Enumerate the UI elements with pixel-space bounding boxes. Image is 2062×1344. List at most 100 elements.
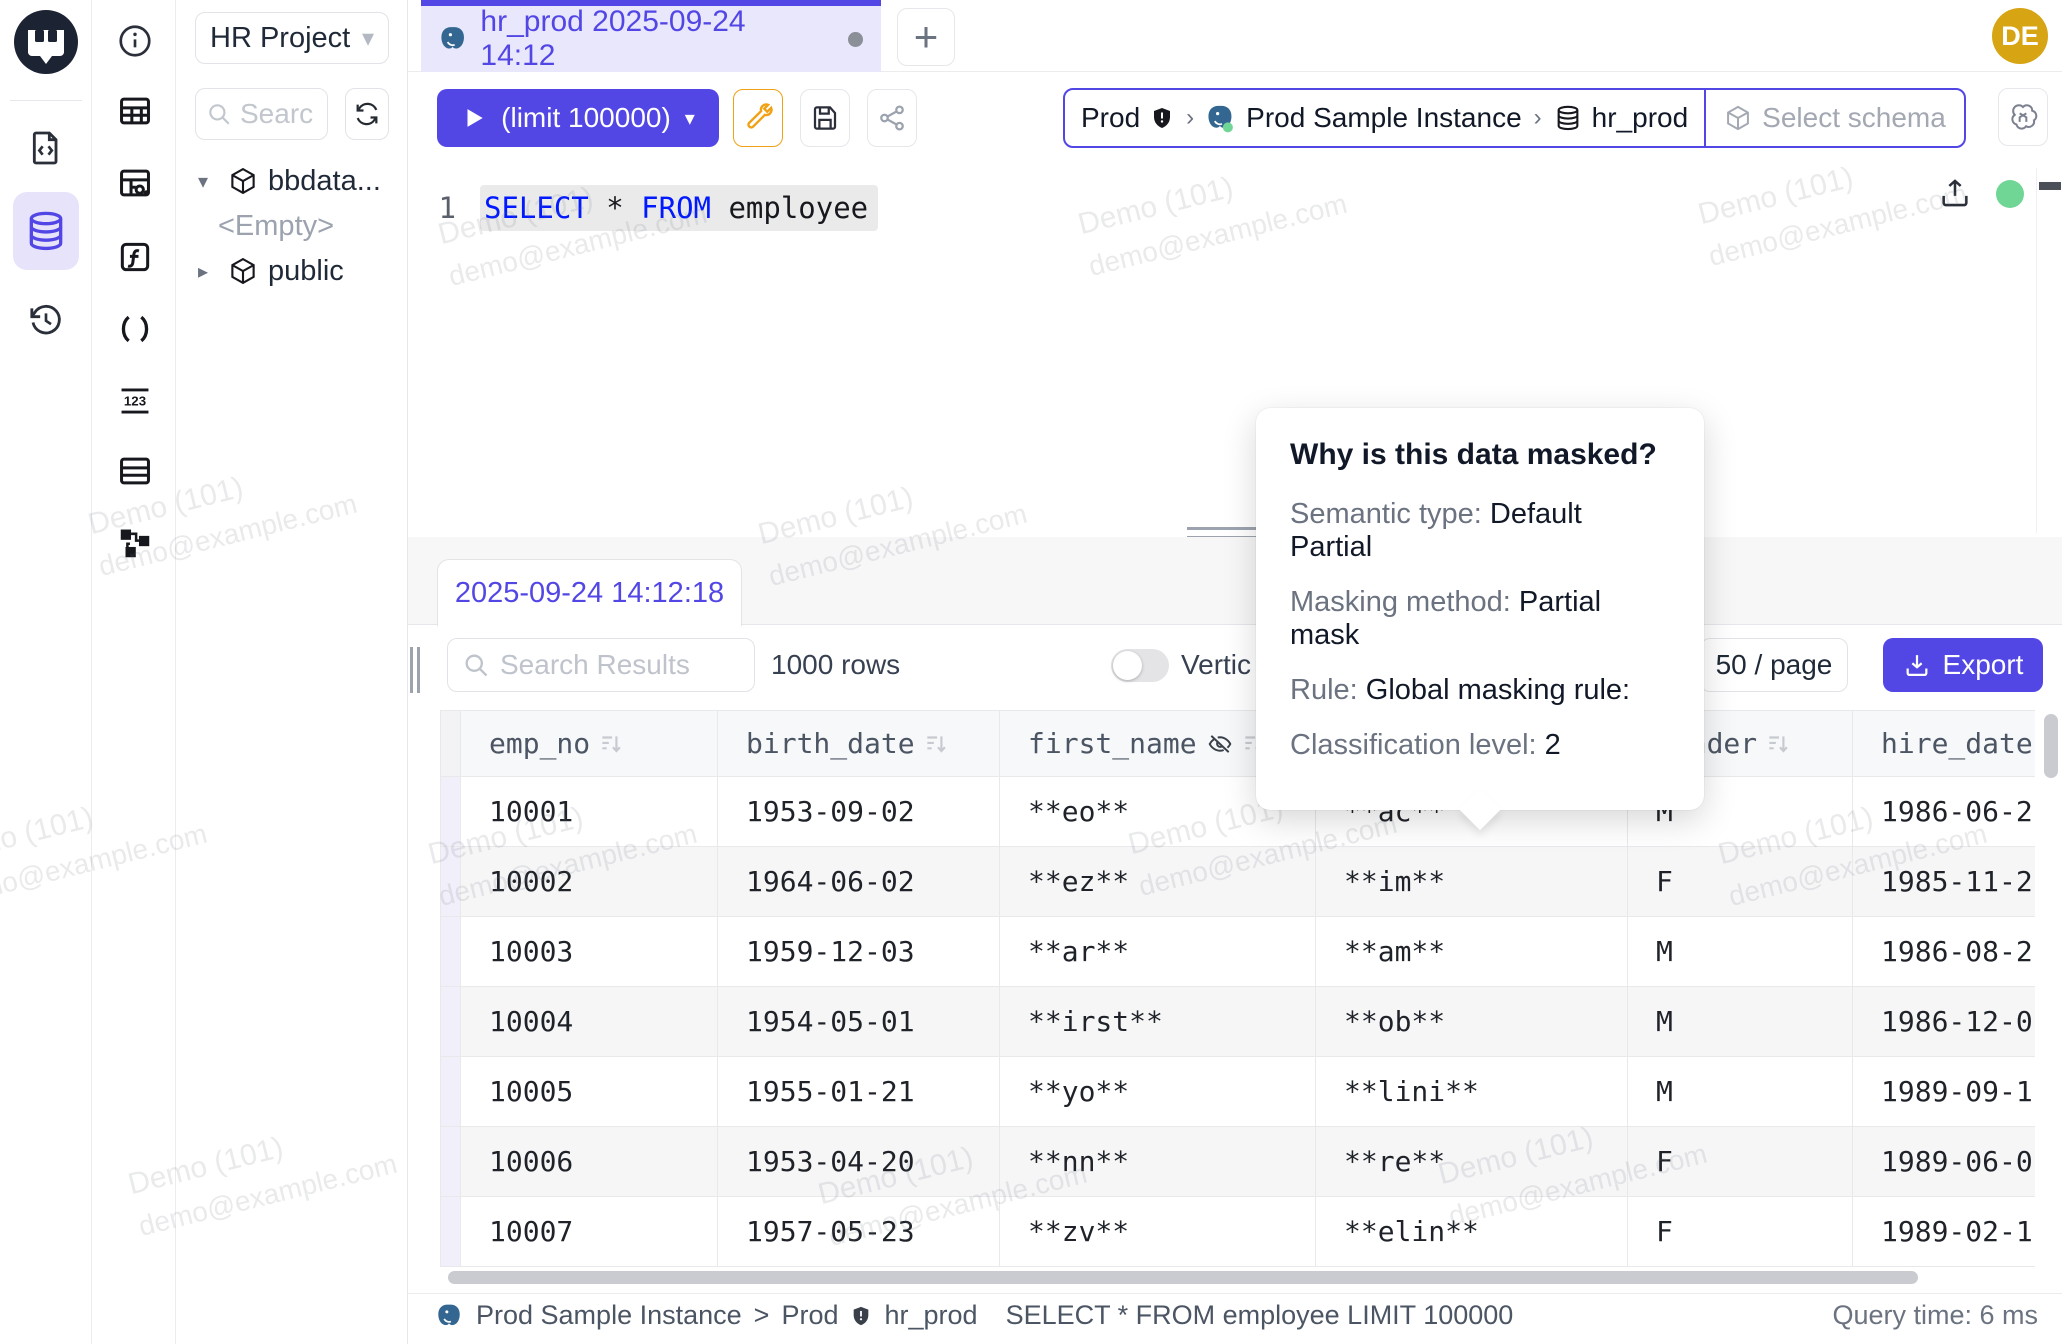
select-schema-button[interactable]: Select schema (1704, 90, 1964, 146)
cell-masked[interactable]: **ez** (1000, 847, 1316, 917)
cell[interactable]: 1953-09-02 (718, 777, 1000, 847)
ai-assistant-button[interactable] (1998, 88, 2048, 146)
caret-down-icon[interactable]: ▾ (198, 169, 218, 194)
connection-breadcrumb[interactable]: Prod › Prod Sample Instance › hr_prod Se… (1063, 88, 1966, 148)
tree-item-database[interactable]: ▾ bbdata... (176, 158, 408, 204)
cell[interactable]: 10002 (461, 847, 718, 917)
cell[interactable]: 1959-12-03 (718, 917, 1000, 987)
cell[interactable]: 1954-05-01 (718, 987, 1000, 1057)
cell[interactable]: 1989-02-1 (1853, 1197, 2035, 1267)
avatar[interactable]: DE (1992, 8, 2048, 64)
page-size-select[interactable]: 50 / page (1700, 638, 1848, 692)
diagram-icon[interactable] (116, 524, 154, 562)
cell[interactable]: M (1628, 987, 1853, 1057)
cell-masked[interactable]: **zv** (1000, 1197, 1316, 1267)
procedures-icon[interactable] (116, 310, 154, 348)
breadcrumb: Prod › Prod Sample Instance › hr_prod (1065, 90, 1704, 146)
table-row[interactable]: 10004 1954-05-01 **irst** **ob** M 1986-… (441, 987, 2035, 1057)
cell[interactable]: 1953-04-20 (718, 1127, 1000, 1197)
cell-masked[interactable]: **yo** (1000, 1057, 1316, 1127)
refresh-tree-button[interactable] (345, 88, 389, 140)
vertical-mode-toggle[interactable] (1111, 649, 1169, 682)
cell[interactable]: 1989-09-1 (1853, 1057, 2035, 1127)
table-row[interactable]: 10003 1959-12-03 **ar** **am** M 1986-08… (441, 917, 2035, 987)
tree-item-label: public (268, 255, 344, 288)
add-tab-button[interactable]: + (897, 8, 955, 66)
cell[interactable]: M (1628, 917, 1853, 987)
sequences-icon[interactable]: 123 (116, 382, 154, 420)
sql-editor[interactable]: 1 SELECT * FROM employee (408, 168, 2062, 533)
export-button[interactable]: Export (1883, 638, 2043, 692)
cell-masked[interactable]: **am** (1316, 917, 1628, 987)
column-header-emp-no[interactable]: emp_no (461, 711, 718, 777)
caret-right-icon[interactable]: ▸ (198, 259, 218, 284)
views-icon[interactable] (116, 452, 154, 490)
horizontal-scrollbar[interactable] (448, 1271, 2028, 1285)
share-sheet-button[interactable] (867, 89, 917, 147)
cell-masked[interactable]: **lini** (1316, 1057, 1628, 1127)
info-icon[interactable] (116, 22, 154, 60)
cell[interactable]: 1986-08-2 (1853, 917, 2035, 987)
cell[interactable]: F (1628, 847, 1853, 917)
cell[interactable]: 1986-12-0 (1853, 987, 2035, 1057)
cell[interactable]: F (1628, 1127, 1853, 1197)
ai-icon (2007, 101, 2039, 133)
sort-icon[interactable] (1765, 731, 1791, 757)
table-row[interactable]: 10001 1953-09-02 **eo** **ac** M 1986-06… (441, 777, 2035, 847)
object-type-rail: 123 (92, 0, 176, 1344)
cell[interactable]: 10001 (461, 777, 718, 847)
external-tables-icon[interactable] (116, 164, 154, 202)
tree-search-input[interactable]: Searc (195, 88, 328, 140)
result-set-tab[interactable]: 2025-09-24 14:12:18 (437, 559, 742, 626)
table-row[interactable]: 10002 1964-06-02 **ez** **im** F 1985-11… (441, 847, 2035, 917)
cell[interactable]: M (1628, 1057, 1853, 1127)
cell[interactable]: 10003 (461, 917, 718, 987)
history-icon[interactable] (26, 300, 66, 340)
table-row[interactable]: 10006 1953-04-20 **nn** **re** F 1989-06… (441, 1127, 2035, 1197)
worksheet-icon[interactable] (26, 128, 66, 168)
cell[interactable]: F (1628, 1197, 1853, 1267)
cell[interactable]: 10007 (461, 1197, 718, 1267)
run-query-button[interactable]: (limit 100000) ▾ (437, 89, 719, 147)
tables-icon[interactable] (116, 92, 154, 130)
column-header-hire-date[interactable]: hire_date (1853, 711, 2035, 777)
cell[interactable]: 1955-01-21 (718, 1057, 1000, 1127)
chevron-down-icon: ▾ (362, 24, 374, 53)
cell[interactable]: 1985-11-2 (1853, 847, 2035, 917)
cell[interactable]: 10006 (461, 1127, 718, 1197)
cell[interactable]: 1964-06-02 (718, 847, 1000, 917)
cell-masked[interactable]: **ob** (1316, 987, 1628, 1057)
cell-masked[interactable]: **irst** (1000, 987, 1316, 1057)
save-sheet-button[interactable] (800, 89, 850, 147)
cell[interactable]: 1957-05-23 (718, 1197, 1000, 1267)
cell-masked[interactable]: **nn** (1000, 1127, 1316, 1197)
sort-icon[interactable] (598, 731, 624, 757)
vertical-scrollbar[interactable] (2044, 714, 2060, 1264)
column-header-birth-date[interactable]: birth_date (718, 711, 1000, 777)
search-icon (462, 651, 490, 679)
functions-icon[interactable] (116, 238, 154, 276)
databases-nav-active[interactable] (13, 192, 79, 270)
format-sql-button[interactable] (733, 89, 783, 147)
project-selector[interactable]: HR Project ▾ (195, 12, 389, 64)
bytebase-logo[interactable] (14, 10, 78, 74)
table-row[interactable]: 10005 1955-01-21 **yo** **lini** M 1989-… (441, 1057, 2035, 1127)
svg-text:123: 123 (124, 393, 146, 408)
cell[interactable]: 10005 (461, 1057, 718, 1127)
search-results-input[interactable]: Search Results (447, 638, 755, 692)
cell[interactable]: 1989-06-0 (1853, 1127, 2035, 1197)
table-row[interactable]: 10007 1957-05-23 **zv** **elin** F 1989-… (441, 1197, 2035, 1267)
wrench-icon (743, 103, 773, 133)
cell-masked[interactable]: **ar** (1000, 917, 1316, 987)
cell[interactable]: 10004 (461, 987, 718, 1057)
upload-sql-icon[interactable] (1938, 176, 1972, 210)
result-grid: emp_no birth_date first_name last_name g… (440, 710, 2035, 1267)
tab-hr-prod[interactable]: hr_prod 2025-09-24 14:12 (421, 0, 881, 72)
cell-masked[interactable]: **re** (1316, 1127, 1628, 1197)
tree-item-schema-public[interactable]: ▸ public (176, 248, 408, 294)
cell-masked[interactable]: **elin** (1316, 1197, 1628, 1267)
cell-masked[interactable]: **im** (1316, 847, 1628, 917)
cell[interactable]: 1986-06-2 (1853, 777, 2035, 847)
sort-icon[interactable] (923, 731, 949, 757)
sidebar-resize-handle[interactable] (410, 647, 422, 693)
